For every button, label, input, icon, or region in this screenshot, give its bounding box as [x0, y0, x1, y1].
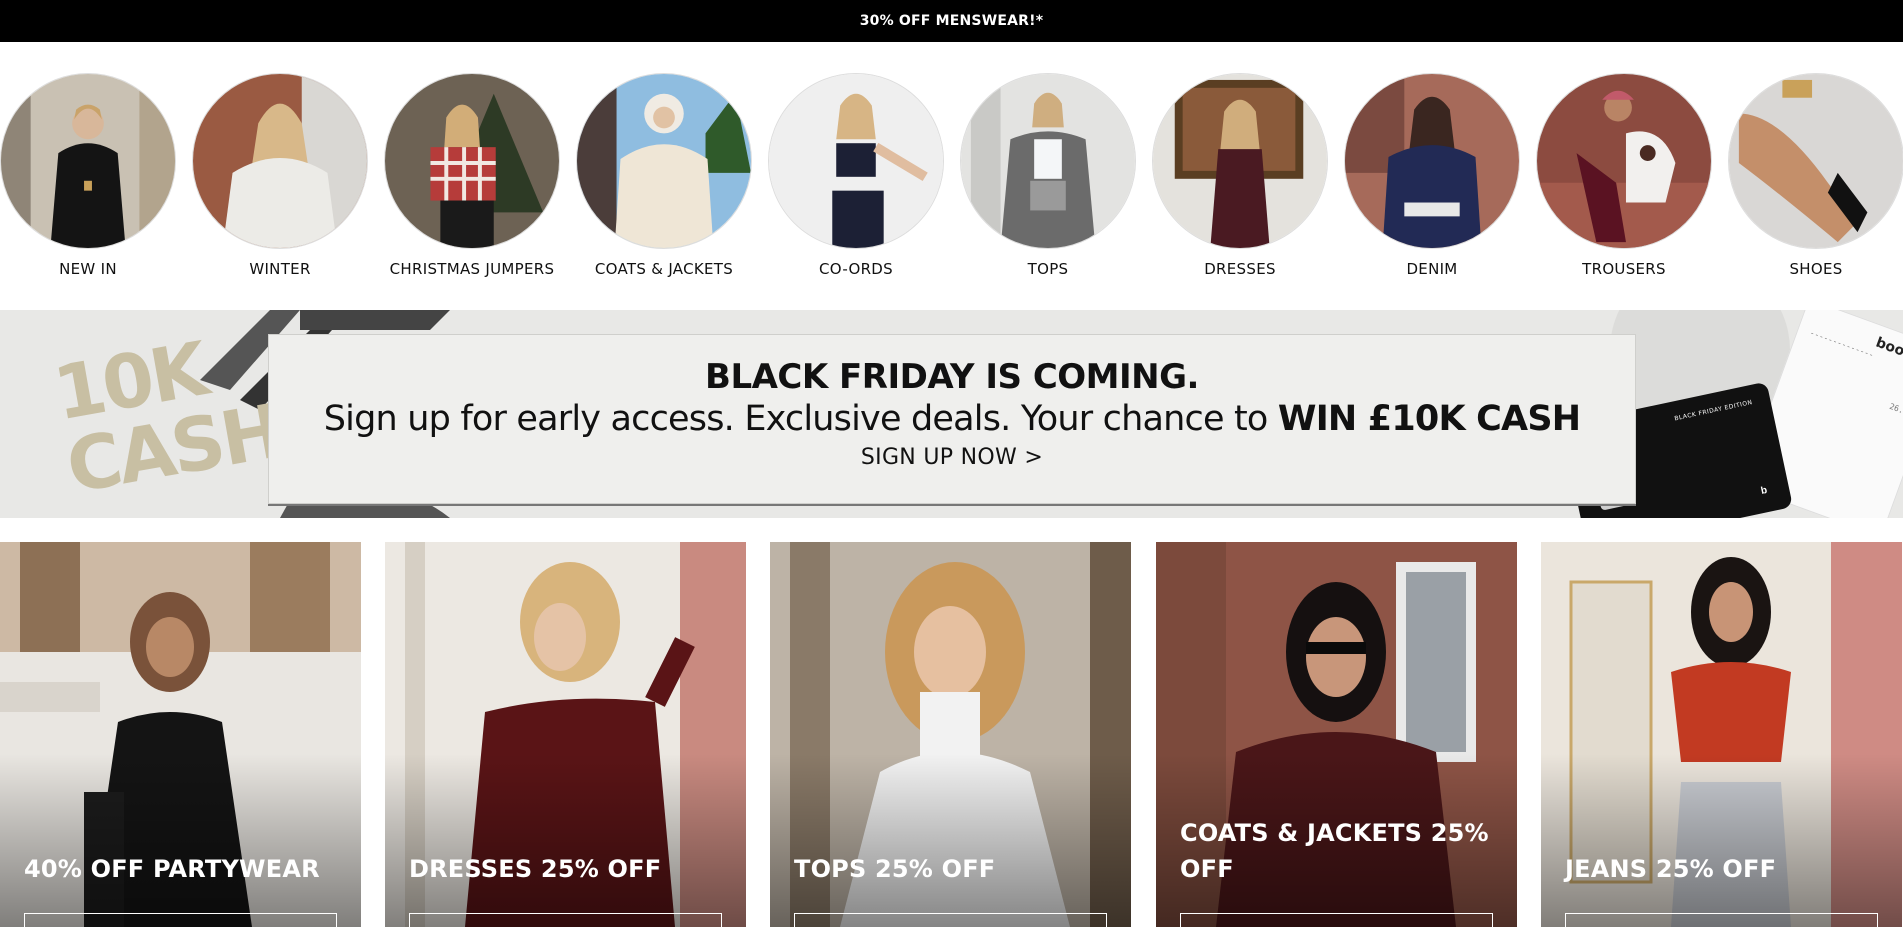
tile-tops[interactable]: TOPS 25% OFF	[770, 542, 1131, 927]
category-label[interactable]: COATS & JACKETS	[575, 260, 753, 278]
category-image[interactable]	[0, 73, 176, 249]
tile-dresses[interactable]: DRESSES 25% OFF	[385, 542, 746, 927]
promo-bar[interactable]: 30% OFF MENSWEAR!*	[0, 0, 1903, 42]
model-burgundy-dress-icon	[1153, 74, 1327, 248]
card-logo-icon: b	[1759, 484, 1769, 497]
model-navy-coord-icon	[769, 74, 943, 248]
category-denim[interactable]: DENIM	[1343, 73, 1521, 278]
model-burgundy-trousers-icon	[1537, 74, 1711, 248]
model-grey-cardigan-icon	[961, 74, 1135, 248]
sign-up-button[interactable]: SIGN UP NOW >	[861, 445, 1043, 470]
category-tops[interactable]: TOPS	[959, 73, 1137, 278]
category-trousers[interactable]: TROUSERS	[1535, 73, 1713, 278]
shop-now-button[interactable]	[1565, 913, 1878, 927]
shop-now-button[interactable]	[794, 913, 1107, 927]
banner-subline-bold: WIN £10K CASH	[1277, 399, 1581, 439]
category-image[interactable]	[576, 73, 752, 249]
category-christmas-jumpers[interactable]: CHRISTMAS JUMPERS	[383, 73, 561, 278]
category-image[interactable]	[1344, 73, 1520, 249]
tile-jeans[interactable]: JEANS 25% OFF	[1541, 542, 1902, 927]
shop-now-button[interactable]	[409, 913, 722, 927]
category-image[interactable]	[384, 73, 560, 249]
banner-headline: BLACK FRIDAY IS COMING.	[705, 357, 1199, 397]
model-heels-icon	[1729, 74, 1903, 248]
category-image[interactable]	[1728, 73, 1903, 249]
category-label[interactable]: CHRISTMAS JUMPERS	[383, 260, 561, 278]
category-image[interactable]	[960, 73, 1136, 249]
cash-stamp: 10K CASH	[48, 324, 287, 518]
category-image[interactable]	[768, 73, 944, 249]
tile-label[interactable]: TOPS 25% OFF	[794, 851, 1107, 887]
category-label[interactable]: DRESSES	[1151, 260, 1329, 278]
black-friday-banner[interactable]: 10K CASH boohoo -------------- 26.00 BLA…	[0, 310, 1903, 518]
category-label[interactable]: WINTER	[191, 260, 369, 278]
category-carousel: NEW IN WINTER CHRISTMAS JUMPERS COATS & …	[0, 42, 1903, 310]
model-white-fur-coat-icon	[193, 74, 367, 248]
model-cream-coat-icon	[577, 74, 751, 248]
category-dresses[interactable]: DRESSES	[1151, 73, 1329, 278]
card-edition: BLACK FRIDAY EDITION	[1673, 399, 1754, 423]
category-coats-jackets[interactable]: COATS & JACKETS	[575, 73, 753, 278]
model-black-blazer-icon	[1, 74, 175, 248]
promo-tiles: 40% OFF PARTYWEAR DRESSES 25% OFF TOPS 2…	[0, 542, 1903, 927]
category-image[interactable]	[1536, 73, 1712, 249]
model-navy-sweatshirt-icon	[1345, 74, 1519, 248]
shop-now-button[interactable]	[1180, 913, 1493, 927]
tile-label[interactable]: JEANS 25% OFF	[1565, 851, 1878, 887]
category-image[interactable]	[192, 73, 368, 249]
model-check-jumper-icon	[385, 74, 559, 248]
tile-partywear[interactable]: 40% OFF PARTYWEAR	[0, 542, 361, 927]
category-image[interactable]	[1152, 73, 1328, 249]
banner-subline-text: Sign up for early access. Exclusive deal…	[323, 399, 1278, 439]
category-co-ords[interactable]: CO-ORDS	[767, 73, 945, 278]
category-label[interactable]: NEW IN	[0, 260, 177, 278]
tile-label[interactable]: 40% OFF PARTYWEAR	[24, 851, 337, 887]
promo-text[interactable]: 30% OFF MENSWEAR!*	[860, 13, 1044, 29]
category-new-in[interactable]: NEW IN	[0, 73, 177, 278]
category-label[interactable]: TROUSERS	[1535, 260, 1713, 278]
category-label[interactable]: CO-ORDS	[767, 260, 945, 278]
tile-label[interactable]: DRESSES 25% OFF	[409, 851, 722, 887]
category-label[interactable]: SHOES	[1727, 260, 1903, 278]
category-label[interactable]: TOPS	[959, 260, 1137, 278]
tile-coats-jackets[interactable]: COATS & JACKETS 25% OFF	[1156, 542, 1517, 927]
shop-now-button[interactable]	[24, 913, 337, 927]
tile-label[interactable]: COATS & JACKETS 25% OFF	[1180, 815, 1493, 887]
category-winter[interactable]: WINTER	[191, 73, 369, 278]
category-label[interactable]: DENIM	[1343, 260, 1521, 278]
category-shoes[interactable]: SHOES	[1727, 73, 1903, 278]
banner-subline: Sign up for early access. Exclusive deal…	[269, 399, 1635, 439]
banner-text-box[interactable]: BLACK FRIDAY IS COMING. Sign up for earl…	[268, 334, 1636, 504]
